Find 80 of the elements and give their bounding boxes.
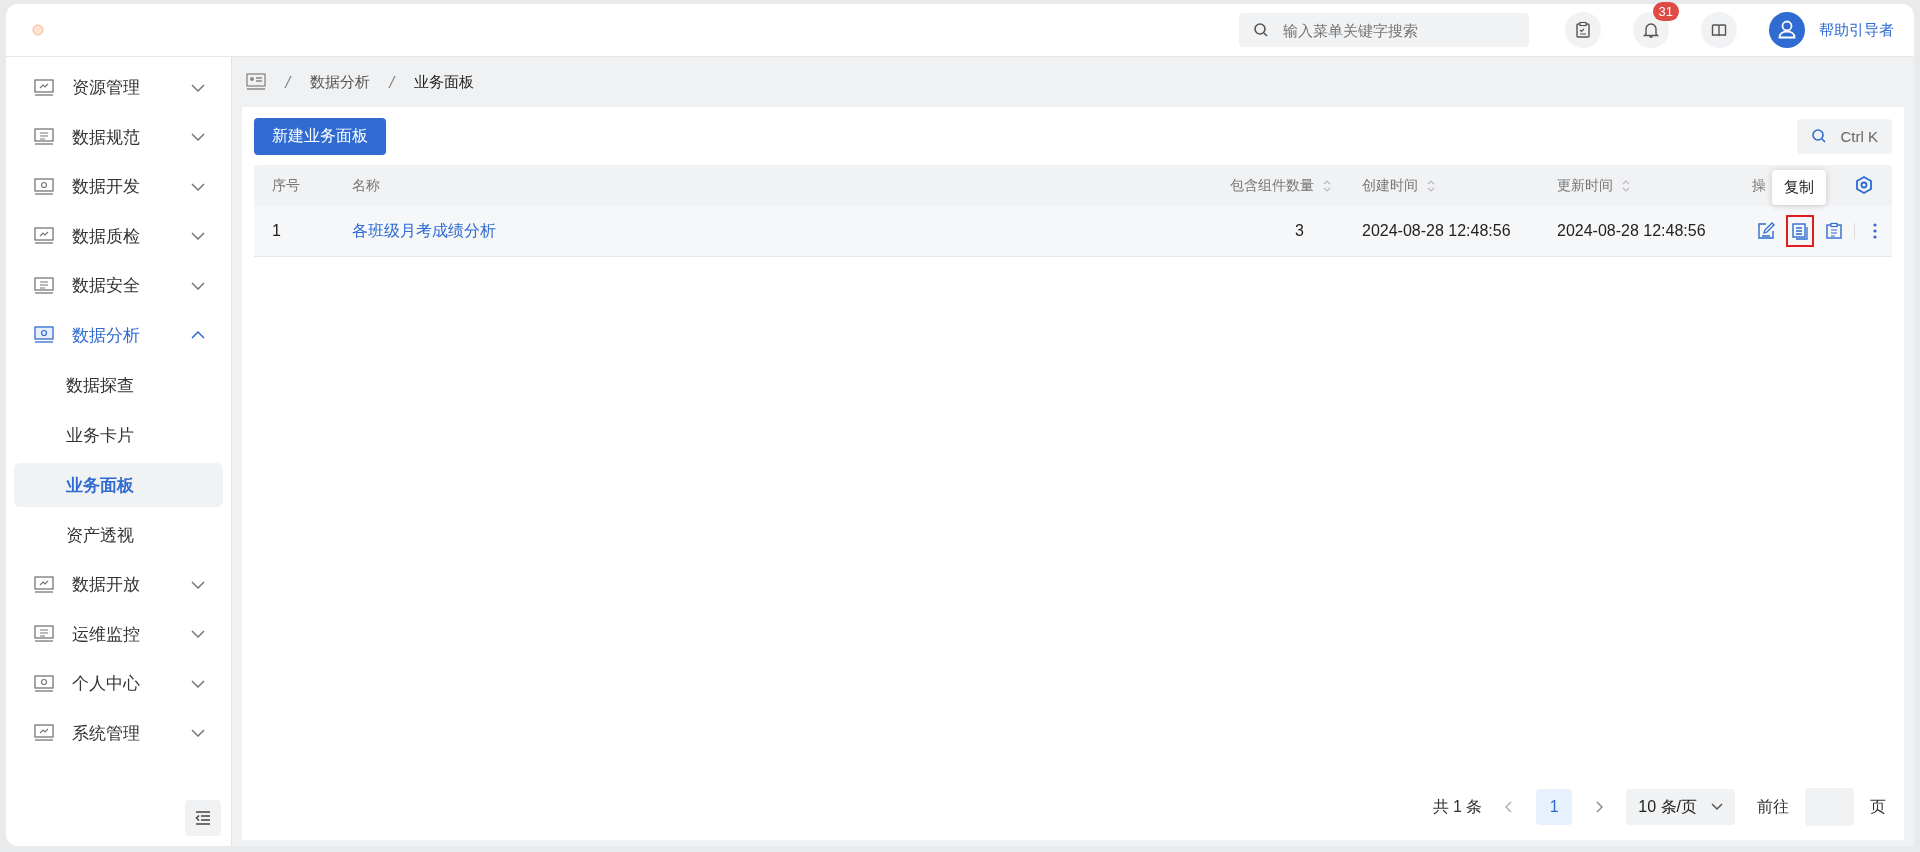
chevron-icon [191,281,205,290]
monitor-icon [34,227,54,246]
page-button[interactable]: 1 [1536,789,1573,825]
clipboard-icon [1574,21,1592,39]
table-cell: 2024-08-28 12:48:56 [1557,222,1706,240]
total-count: 共 1 条 [1432,796,1483,817]
book-icon [1710,21,1728,39]
sidebar-item[interactable]: 运维监控 [14,609,223,659]
sidebar-item[interactable]: 数据开放 [14,560,223,610]
sidebar-item[interactable]: 数据分析 [14,310,223,360]
more-icon [1872,222,1878,240]
sidebar-subitem[interactable]: 资产透视 [14,513,223,557]
column-header[interactable]: 包含组件数量 [1230,176,1332,195]
column-header[interactable]: 创建时间 [1362,176,1436,195]
copy-button[interactable] [1786,215,1814,247]
monitor-icon [34,575,54,594]
chevron-icon [191,580,205,589]
clipboard-icon [1825,222,1843,240]
goto-label: 前往 [1757,796,1789,817]
search-field[interactable]: 输入菜单关键字搜索 [1239,13,1529,47]
clipboard-button[interactable] [1565,12,1601,48]
chevron-icon [191,729,205,738]
chevron-icon [191,182,205,191]
new-dashboard-button[interactable]: 新建业务面板 [254,117,386,155]
column-header: 名称 [352,176,380,195]
sidebar-subitem[interactable]: 业务卡片 [14,413,223,457]
monitor-icon [34,276,54,295]
column-header: 序号 [272,176,300,195]
logo-icon [32,24,44,36]
sidebar-item[interactable]: 数据规范 [14,112,223,162]
user-name-link[interactable]: 帮助引导者 [1819,20,1894,40]
dashboard-name-link[interactable]: 各班级月考成绩分析 [352,220,496,242]
search-shortcut-button[interactable]: Ctrl K [1796,118,1892,154]
monitor-icon [34,326,54,345]
monitor-icon [34,724,54,743]
monitor-icon [34,177,54,196]
avatar-icon[interactable] [1769,12,1805,48]
chevron-icon [191,630,205,639]
monitor-icon [34,78,54,97]
breadcrumb-item[interactable]: 数据分析 [310,72,370,92]
chevron-icon [191,679,205,688]
table-cell: 3 [1295,222,1304,240]
notification-badge: 31 [1652,2,1679,21]
edit-icon [1757,222,1775,240]
search-icon [1810,128,1827,144]
next-page-icon[interactable] [1594,800,1605,814]
search-icon [1253,22,1269,38]
chevron-icon [191,133,205,142]
breadcrumb-item: 业务面板 [414,72,474,92]
page-suffix: 页 [1870,796,1886,817]
chevron-icon [191,232,205,241]
page-size-select[interactable]: 10 条/页 [1626,789,1735,825]
column-header: 操 [1752,176,1766,195]
tooltip: 复制 [1772,170,1826,205]
collapse-button[interactable] [185,800,221,836]
sidebar-subitem[interactable]: 数据探查 [14,363,223,407]
breadcrumb-separator [284,75,292,89]
caret-icon [1711,803,1723,811]
monitor-icon [34,128,54,147]
collapse-icon [195,811,211,825]
sidebar-item[interactable]: 数据开发 [14,162,223,212]
sidebar-item[interactable]: 数据质检 [14,211,223,261]
table-cell: 2024-08-28 12:48:56 [1362,222,1511,240]
monitor-icon [34,674,54,693]
settings-icon[interactable] [1854,175,1874,195]
chevron-icon [191,83,205,92]
sidebar-item[interactable]: 个人中心 [14,659,223,709]
sidebar-item[interactable]: 数据安全 [14,261,223,311]
bell-icon [1642,21,1660,39]
sidebar-item[interactable]: 资源管理 [14,63,223,113]
dashboard-icon [246,73,266,91]
chevron-icon [191,331,205,340]
book-button[interactable] [1701,12,1737,48]
copy-icon [1791,222,1809,240]
breadcrumb-separator [388,75,396,89]
sidebar-subitem[interactable]: 业务面板 [14,463,223,507]
sidebar-item[interactable]: 系统管理 [14,708,223,758]
table-cell: 1 [272,222,281,240]
monitor-icon [34,625,54,644]
column-header[interactable]: 更新时间 [1557,176,1631,195]
